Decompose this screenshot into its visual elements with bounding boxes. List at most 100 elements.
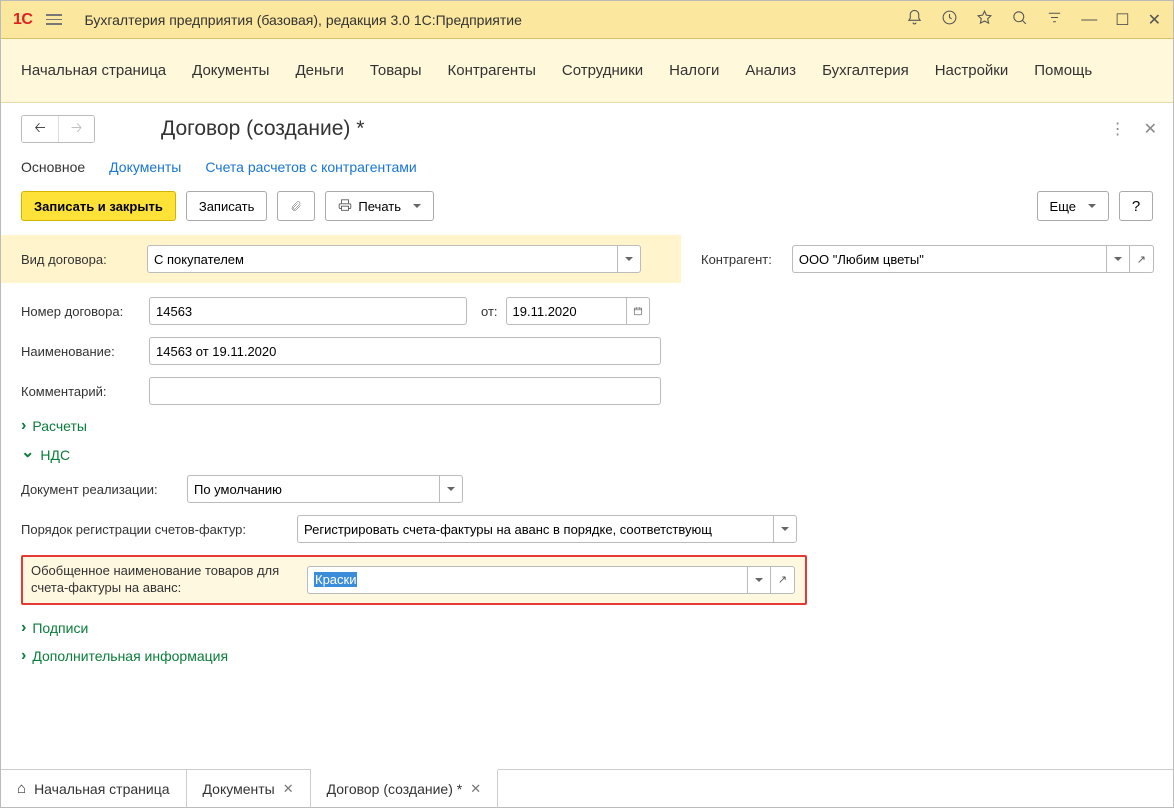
back-button[interactable]: 🡠	[22, 116, 58, 142]
tab-documents[interactable]: Документы	[109, 159, 181, 175]
comment-row: Комментарий:	[21, 377, 1173, 405]
tab-main[interactable]: Основное	[21, 159, 85, 175]
counterparty-open-icon[interactable]	[1130, 245, 1154, 273]
contract-type-dropdown-icon[interactable]	[617, 245, 641, 273]
counterparty-field[interactable]	[792, 245, 1154, 273]
printer-icon	[338, 198, 352, 215]
bottom-tab-home[interactable]: ⌂ Начальная страница	[1, 770, 187, 807]
print-label: Печать	[358, 199, 401, 214]
chevron-right-icon	[21, 619, 26, 637]
realization-doc-input[interactable]	[187, 475, 439, 503]
signatures-group[interactable]: Подписи	[21, 619, 1173, 637]
comment-label: Комментарий:	[21, 384, 141, 399]
menu-settings[interactable]: Настройки	[935, 62, 1009, 79]
comment-input[interactable]	[149, 377, 661, 405]
contract-date-label: от:	[481, 304, 498, 319]
menu-analysis[interactable]: Анализ	[745, 62, 796, 79]
realization-doc-row: Документ реализации:	[21, 475, 1173, 503]
generic-name-open-icon[interactable]	[771, 566, 795, 594]
counterparty-dropdown-icon[interactable]	[1106, 245, 1130, 273]
contract-type-row: Вид договора:	[1, 235, 681, 283]
addinfo-label: Дополнительная информация	[32, 648, 228, 664]
invoice-order-row: Порядок регистрации счетов-фактур:	[21, 515, 1173, 543]
kebab-menu-icon[interactable]: ⋮	[1110, 119, 1126, 139]
generic-name-input[interactable]: Краски	[307, 566, 747, 594]
contract-number-row: Номер договора: от:	[21, 297, 1173, 325]
nav-buttons: 🡠 🡢	[21, 115, 95, 143]
logo-1c: 1С	[13, 11, 32, 29]
calculations-group[interactable]: Расчеты	[21, 417, 1173, 435]
invoice-order-dropdown-icon[interactable]	[773, 515, 797, 543]
attach-button[interactable]	[277, 191, 315, 221]
invoice-order-label: Порядок регистрации счетов-фактур:	[21, 522, 289, 537]
filter-icon[interactable]	[1046, 9, 1063, 31]
name-row: Наименование:	[21, 337, 1173, 365]
window-title: Бухгалтерия предприятия (базовая), редак…	[84, 12, 521, 28]
contract-date-input[interactable]	[506, 297, 626, 325]
form-header: 🡠 🡢 Договор (создание) * ⋮ ✕	[1, 103, 1173, 151]
hamburger-menu-icon[interactable]	[42, 10, 66, 29]
nds-label: НДС	[40, 447, 70, 463]
tab-settlement-accounts[interactable]: Счета расчетов с контрагентами	[205, 159, 416, 175]
contract-number-label: Номер договора:	[21, 304, 141, 319]
history-icon[interactable]	[941, 9, 958, 31]
chevron-right-icon	[21, 647, 26, 665]
calendar-icon[interactable]	[626, 297, 650, 325]
minimize-icon[interactable]: —	[1081, 11, 1097, 29]
menu-help[interactable]: Помощь	[1034, 62, 1092, 79]
invoice-order-input[interactable]	[297, 515, 773, 543]
star-icon[interactable]	[976, 9, 993, 31]
help-button[interactable]: ?	[1119, 191, 1153, 221]
contract-type-field[interactable]	[147, 245, 641, 273]
generic-name-field[interactable]: Краски	[307, 566, 795, 594]
form-content: 🡠 🡢 Договор (создание) * ⋮ ✕ Основное До…	[1, 103, 1173, 771]
menu-money[interactable]: Деньги	[295, 62, 343, 79]
toolbar: Записать и закрыть Записать Печать Еще ?	[1, 185, 1173, 235]
addinfo-group[interactable]: Дополнительная информация	[21, 647, 1173, 665]
realization-doc-label: Документ реализации:	[21, 482, 179, 497]
realization-doc-field[interactable]	[187, 475, 463, 503]
counterparty-input[interactable]	[792, 245, 1106, 273]
home-icon: ⌂	[17, 780, 26, 797]
bottom-tabs: ⌂ Начальная страница Документы ✕ Договор…	[1, 769, 1173, 807]
contract-date-field[interactable]	[506, 297, 650, 325]
invoice-order-field[interactable]	[297, 515, 797, 543]
name-input[interactable]	[149, 337, 661, 365]
signatures-label: Подписи	[32, 620, 88, 636]
menu-taxes[interactable]: Налоги	[669, 62, 719, 79]
generic-name-row: Обобщенное наименование товаров для счет…	[21, 555, 807, 605]
search-icon[interactable]	[1011, 9, 1028, 31]
section-tabs: Основное Документы Счета расчетов с конт…	[1, 151, 1173, 185]
chevron-down-icon	[21, 445, 34, 465]
menu-documents[interactable]: Документы	[192, 62, 269, 79]
bell-icon[interactable]	[906, 9, 923, 31]
contract-type-input[interactable]	[147, 245, 617, 273]
save-close-button[interactable]: Записать и закрыть	[21, 191, 176, 221]
contract-number-input[interactable]	[149, 297, 467, 325]
bottom-tab-home-label: Начальная страница	[34, 781, 169, 797]
close-tab-icon[interactable]: ✕	[470, 781, 481, 797]
generic-name-dropdown-icon[interactable]	[747, 566, 771, 594]
chevron-right-icon	[21, 417, 26, 435]
bottom-tab-current[interactable]: Договор (создание) * ✕	[311, 770, 499, 807]
nds-group[interactable]: НДС	[21, 445, 1173, 465]
bottom-tab-documents[interactable]: Документы ✕	[187, 770, 311, 807]
bottom-tab-documents-label: Документы	[203, 781, 275, 797]
more-button[interactable]: Еще	[1037, 191, 1109, 221]
maximize-icon[interactable]: ☐	[1115, 10, 1129, 30]
close-icon[interactable]: ✕	[1148, 10, 1161, 30]
menu-counterparties[interactable]: Контрагенты	[448, 62, 536, 79]
menu-home[interactable]: Начальная страница	[21, 62, 166, 79]
generic-name-value: Краски	[314, 572, 357, 587]
menu-accounting[interactable]: Бухгалтерия	[822, 62, 909, 79]
close-tab-icon[interactable]: ✕	[283, 781, 294, 797]
print-button[interactable]: Печать	[325, 191, 434, 221]
forward-button: 🡢	[58, 116, 94, 142]
menu-employees[interactable]: Сотрудники	[562, 62, 643, 79]
realization-doc-dropdown-icon[interactable]	[439, 475, 463, 503]
contract-type-label: Вид договора:	[21, 252, 139, 267]
page-title: Договор (создание) *	[161, 117, 364, 141]
close-form-icon[interactable]: ✕	[1144, 119, 1157, 139]
menu-goods[interactable]: Товары	[370, 62, 422, 79]
save-button[interactable]: Записать	[186, 191, 268, 221]
